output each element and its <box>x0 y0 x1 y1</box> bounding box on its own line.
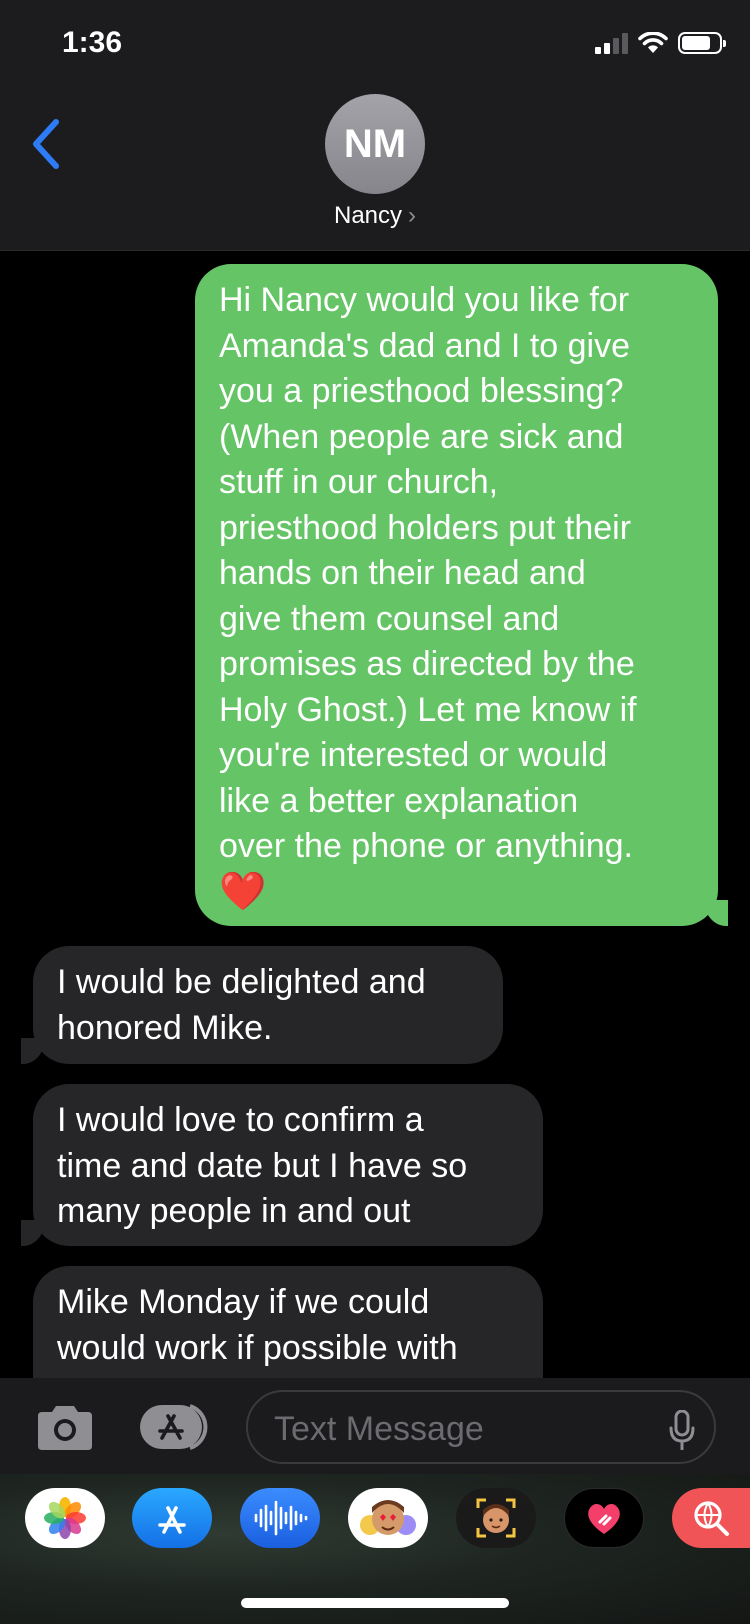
message-line: many people in and out <box>57 1192 411 1230</box>
message-line: like a better explanation <box>219 781 579 820</box>
chevron-left-icon <box>33 119 59 169</box>
app-store-a-icon <box>158 1506 186 1534</box>
message-line: give them counsel and <box>219 599 560 638</box>
status-time: 1:36 <box>62 26 123 59</box>
contact-name-button[interactable]: Nancy › <box>0 202 750 230</box>
camera-icon <box>38 1406 92 1450</box>
globe-search-icon <box>694 1501 729 1536</box>
dictation-button[interactable] <box>668 1409 696 1451</box>
photos-app-icon[interactable] <box>25 1488 105 1548</box>
text-message-input[interactable]: Text Message <box>246 1390 716 1464</box>
message-line: Holy Ghost.) Let me know if <box>219 690 637 729</box>
memoji-face-icon <box>360 1500 416 1535</box>
wifi-icon <box>638 32 668 53</box>
message-thread[interactable]: Hi Nancy would you like for Amanda's dad… <box>0 250 750 1378</box>
incoming-message-bubble[interactable]: I would love to confirm a time and date … <box>33 1084 543 1246</box>
heart-touch-icon <box>588 1503 620 1534</box>
message-line: you a priesthood blessing? <box>219 372 624 410</box>
home-indicator <box>241 1598 509 1608</box>
app-store-app-icon[interactable] <box>132 1488 212 1548</box>
incoming-message-bubble[interactable]: I would be delighted and honored Mike. <box>33 946 503 1064</box>
chevron-right-icon: › <box>408 202 417 229</box>
message-line: over the phone or anything. <box>219 827 633 865</box>
message-line: priesthood holders put their <box>219 508 632 547</box>
message-line: I would be delighted and <box>57 963 426 1001</box>
images-search-app-icon[interactable] <box>672 1488 750 1548</box>
contact-avatar[interactable]: NM <box>325 94 425 194</box>
cellular-signal-icon <box>595 32 628 54</box>
message-line: I would love to confirm a <box>57 1101 424 1139</box>
back-button[interactable] <box>26 116 66 172</box>
status-icons <box>595 32 726 54</box>
memoji-app-icon[interactable] <box>456 1488 536 1548</box>
heart-emoji: ❤️ <box>219 870 267 913</box>
digital-touch-app-icon[interactable] <box>564 1488 644 1548</box>
message-line: (When people are sick and <box>219 417 624 456</box>
bubble-tail <box>21 1220 45 1246</box>
contact-name: Nancy <box>333 202 403 229</box>
photos-flower-icon <box>44 1497 86 1539</box>
memoji-frame-icon <box>476 1498 516 1538</box>
incoming-message-bubble[interactable]: Mike Monday if we could would work if po… <box>33 1266 543 1378</box>
message-line: Amanda's dad and I to give <box>219 326 630 365</box>
imessage-app-drawer <box>0 1474 750 1624</box>
bubble-tail <box>704 900 728 926</box>
message-input-bar: Text Message <box>0 1378 750 1474</box>
memoji-stickers-app-icon[interactable] <box>348 1488 428 1548</box>
message-line: hands on their head and <box>219 554 586 592</box>
outgoing-message-bubble[interactable]: Hi Nancy would you like for Amanda's dad… <box>195 264 718 926</box>
message-line: Hi Nancy would you like for <box>219 281 630 319</box>
message-line: Mike Monday if we could <box>57 1283 430 1321</box>
microphone-icon <box>669 1409 695 1451</box>
message-line: promises as directed by the <box>219 645 635 683</box>
app-store-icon <box>140 1404 208 1450</box>
waveform-icon <box>254 1500 308 1536</box>
apps-button[interactable] <box>138 1402 214 1452</box>
message-line: time and date but I have so <box>57 1146 468 1185</box>
battery-icon <box>678 32 726 54</box>
message-line: stuff in our church, <box>219 463 499 501</box>
message-line: you're interested or would <box>219 736 608 774</box>
audio-message-app-icon[interactable] <box>240 1488 320 1548</box>
conversation-header: 1:36 NM Nancy › <box>0 0 750 251</box>
camera-button[interactable] <box>34 1404 96 1452</box>
message-line: would work if possible with <box>57 1328 458 1367</box>
bubble-tail <box>21 1038 45 1064</box>
text-message-placeholder: Text Message <box>274 1410 484 1448</box>
message-line: honored Mike. <box>57 1008 273 1047</box>
